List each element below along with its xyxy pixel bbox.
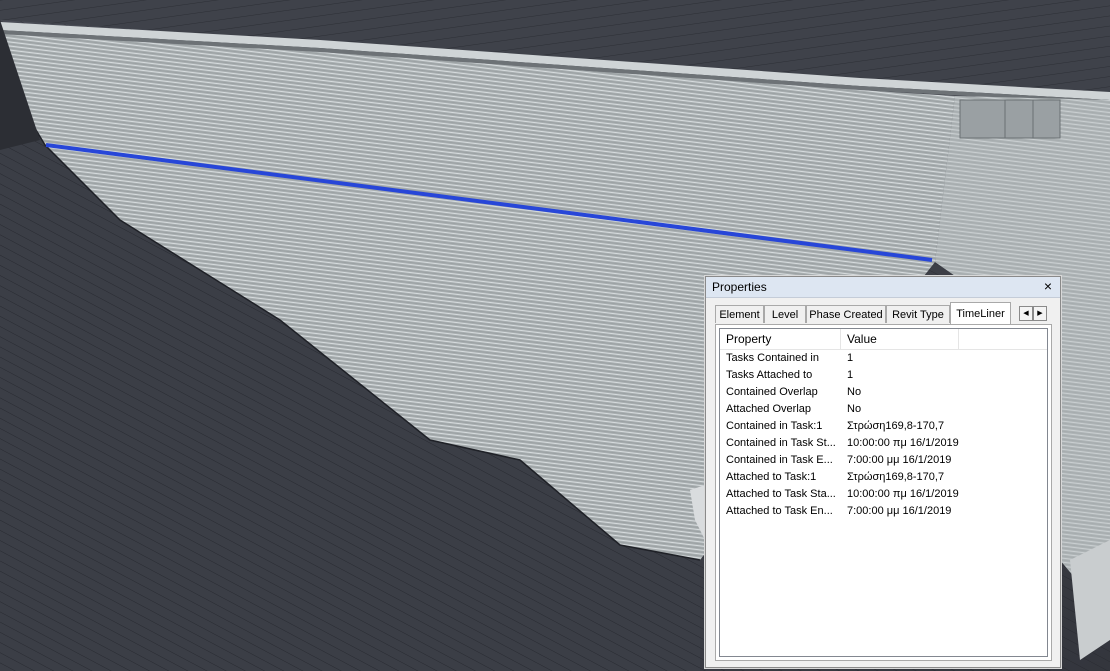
panel-title: Properties	[712, 280, 767, 294]
tab-scroll-right-icon[interactable]: ▶	[1033, 306, 1047, 321]
tab-revit-type[interactable]: Revit Type	[886, 305, 950, 323]
list-header: Property Value	[720, 329, 1047, 350]
list-item[interactable]: Attached Overlap No	[720, 401, 1047, 418]
property-value: No	[847, 403, 862, 415]
column-header-property[interactable]: Property	[720, 329, 841, 349]
property-value: 1	[847, 352, 854, 364]
tab-timeliner[interactable]: TimeLiner	[950, 302, 1011, 324]
property-value: 7:00:00 μμ 16/1/2019	[847, 454, 952, 466]
property-value: Στρώση169,8-170,7	[847, 471, 945, 483]
list-item[interactable]: Attached to Task:1 Στρώση169,8-170,7	[720, 469, 1047, 486]
property-name: Tasks Attached to	[726, 369, 813, 381]
list-item[interactable]: Tasks Attached to 1	[720, 367, 1047, 384]
property-name: Contained in Task E...	[726, 454, 833, 466]
property-name: Contained in Task St...	[726, 437, 836, 449]
property-value: 7:00:00 μμ 16/1/2019	[847, 505, 952, 517]
property-value: 1	[847, 369, 854, 381]
properties-panel: Properties × Element Level Phase Created…	[705, 276, 1061, 668]
list-item[interactable]: Contained in Task St... 10:00:00 πμ 16/1/…	[720, 435, 1047, 452]
tab-level[interactable]: Level	[764, 305, 806, 323]
tab-content: Property Value Tasks Contained in 1 Tasks…	[715, 324, 1052, 661]
list-item[interactable]: Contained Overlap No	[720, 384, 1047, 401]
column-header-empty	[959, 329, 1050, 349]
list-item[interactable]: Contained in Task:1 Στρώση169,8-170,7	[720, 418, 1047, 435]
property-value: 10:00:00 πμ 16/1/2019	[847, 437, 959, 449]
property-value: No	[847, 386, 862, 398]
column-header-value[interactable]: Value	[841, 329, 959, 349]
property-name: Attached Overlap	[726, 403, 811, 415]
property-name: Contained in Task:1	[726, 420, 823, 432]
list-item[interactable]: Tasks Contained in 1	[720, 350, 1047, 367]
list-item[interactable]: Contained in Task E... 7:00:00 μμ 16/1/20…	[720, 452, 1047, 469]
tab-phase-created[interactable]: Phase Created	[806, 305, 886, 323]
close-icon[interactable]: ×	[1041, 278, 1055, 294]
list-item[interactable]: Attached to Task En... 7:00:00 μμ 16/1/20…	[720, 503, 1047, 520]
property-name: Tasks Contained in	[726, 352, 819, 364]
property-name: Contained Overlap	[726, 386, 818, 398]
properties-list[interactable]: Property Value Tasks Contained in 1 Tasks…	[719, 328, 1048, 657]
property-name: Attached to Task Sta...	[726, 488, 836, 500]
tab-element[interactable]: Element	[715, 305, 764, 323]
tab-scroll-left-icon[interactable]: ◀	[1019, 306, 1033, 321]
property-name: Attached to Task En...	[726, 505, 833, 517]
list-rows: Tasks Contained in 1 Tasks Attached to 1 C…	[720, 350, 1047, 520]
list-item[interactable]: Attached to Task Sta... 10:00:00 πμ 16/1/…	[720, 486, 1047, 503]
property-value: 10:00:00 πμ 16/1/2019	[847, 488, 959, 500]
property-name: Attached to Task:1	[726, 471, 817, 483]
properties-title-bar[interactable]: Properties ×	[706, 277, 1060, 298]
property-value: Στρώση169,8-170,7	[847, 420, 945, 432]
